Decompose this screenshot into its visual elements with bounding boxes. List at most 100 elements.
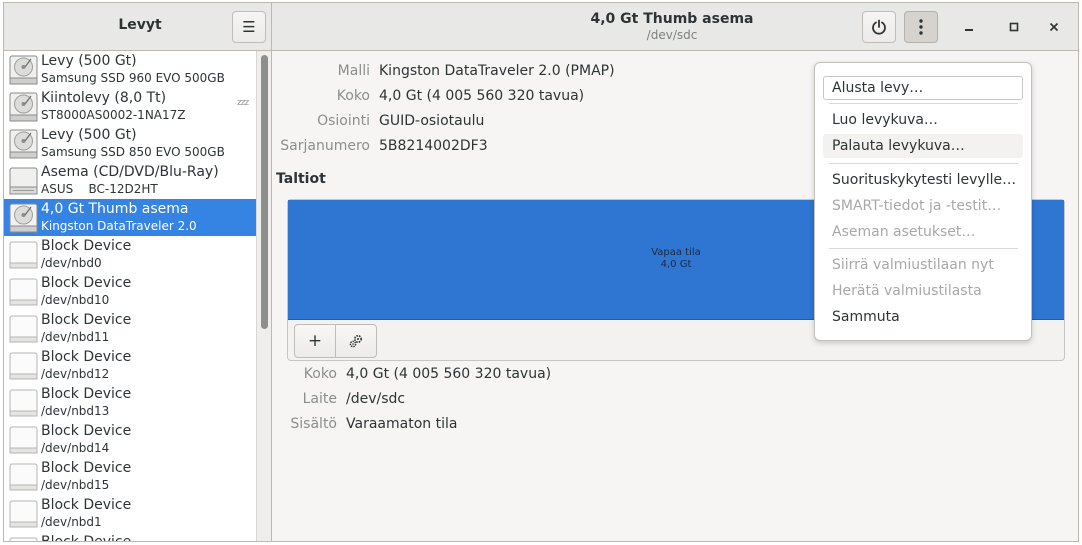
device-name: Block Device <box>41 497 132 513</box>
device-subtitle: /dev/nbd1 <box>41 515 102 529</box>
device-subtitle: ST8000AS0002-1NA17Z <box>41 108 186 122</box>
volumes-title: Taltiot <box>276 171 326 187</box>
close-icon <box>1049 22 1059 32</box>
menu-separator <box>829 248 1018 249</box>
device-name: Block Device <box>41 349 132 365</box>
disks-window: Levyt ☰ 4,0 Gt Thumb asema /dev/sdc Levy… <box>3 2 1079 542</box>
hard-disk-icon <box>9 202 38 233</box>
device-name: Block Device <box>41 386 132 402</box>
menu-item: Siirrä valmiustilaan nyt <box>832 257 994 273</box>
device-item[interactable]: Asema (CD/DVD/Blu-Ray) ASUS BC-12D2HT <box>4 162 256 199</box>
sidebar-header: Levyt ☰ <box>4 3 272 51</box>
drive-info-key: Sarjanumero <box>280 138 370 154</box>
menu-item: SMART-tiedot ja -testit… <box>832 198 1002 214</box>
device-subtitle: /dev/nbd10 <box>41 293 110 307</box>
block-device-icon <box>9 313 38 344</box>
device-item[interactable]: Block Device/dev/nbd14 <box>4 421 256 458</box>
maximize-button[interactable] <box>1002 15 1026 39</box>
device-subtitle: /dev/nbd13 <box>41 404 110 418</box>
device-subtitle: /dev/nbd15 <box>41 478 110 492</box>
volume-info-value: 4,0 Gt (4 005 560 320 tavua) <box>346 366 552 382</box>
gears-icon <box>349 334 363 348</box>
device-item[interactable]: Block Device/dev/nbd11 <box>4 310 256 347</box>
device-item[interactable]: Levy (500 Gt) Samsung SSD 850 EVO 500GB <box>4 125 256 162</box>
hard-disk-icon <box>9 91 38 122</box>
block-device-icon <box>9 461 38 492</box>
block-device-icon <box>9 276 38 307</box>
device-list: Levy (500 Gt) Samsung SSD 960 EVO 500GB Ki… <box>4 51 256 541</box>
volume-info-key: Koko <box>303 366 337 382</box>
device-item[interactable]: Block Device/dev/nbd13 <box>4 384 256 421</box>
drive-options-button[interactable] <box>904 11 938 43</box>
device-subtitle: Samsung SSD 960 EVO 500GB <box>41 71 225 85</box>
window-title: 4,0 Gt Thumb asema <box>590 11 754 27</box>
block-device-icon <box>9 387 38 418</box>
device-subtitle: /dev/nbd14 <box>41 441 110 455</box>
drive-info-key: Osiointi <box>317 113 370 129</box>
block-device-icon <box>9 424 38 455</box>
device-item[interactable]: Block Device/dev/nbd15 <box>4 458 256 495</box>
device-item[interactable]: 4,0 Gt Thumb asema Kingston DataTraveler … <box>4 199 256 236</box>
hard-disk-icon <box>9 128 38 159</box>
drive-info-value: 5B8214002DF3 <box>379 138 488 154</box>
device-item[interactable]: Block Device/dev/nbd12 <box>4 347 256 384</box>
block-device-icon <box>9 239 38 270</box>
menu-separator <box>829 103 1018 104</box>
device-item[interactable]: Block Device/dev/nbd0 <box>4 236 256 273</box>
drive-info-value: 4,0 Gt (4 005 560 320 tavua) <box>379 88 585 104</box>
menu-item[interactable]: Suorituskykytesti levylle… <box>823 168 1023 192</box>
minimize-icon <box>965 29 973 31</box>
menu-item[interactable]: Luo levykuva… <box>823 108 1023 132</box>
app-menu-button[interactable]: ☰ <box>232 11 266 43</box>
menu-item[interactable]: Sammuta <box>823 305 1023 329</box>
block-device-icon <box>9 535 38 541</box>
standby-icon: zzz <box>237 98 249 108</box>
create-partition-button[interactable]: + <box>294 324 336 358</box>
menu-item[interactable]: Palauta levykuva… <box>823 134 1023 158</box>
drive-info-value: GUID-osiotaulu <box>379 113 485 129</box>
block-device-icon <box>9 350 38 381</box>
menu-item: Aseman asetukset… <box>832 224 976 240</box>
device-name: Kiintolevy (8,0 Tt) <box>41 90 167 106</box>
device-name: Block Device <box>41 534 131 541</box>
scrollbar-thumb[interactable] <box>261 55 268 329</box>
device-item[interactable]: Block Device/dev/nbd10 <box>4 273 256 310</box>
drive-info-value: Kingston DataTraveler 2.0 (PMAP) <box>379 63 615 79</box>
volume-info-key: Sisältö <box>290 416 337 432</box>
device-name: Levy (500 Gt) <box>41 53 137 69</box>
drive-info-key: Koko <box>336 88 370 104</box>
device-item[interactable]: Levy (500 Gt) Samsung SSD 960 EVO 500GB <box>4 51 256 88</box>
device-name: Block Device <box>41 275 132 291</box>
kebab-menu-icon <box>919 19 923 35</box>
volume-info-value: Varaamaton tila <box>346 416 458 432</box>
plus-icon: + <box>307 331 323 351</box>
close-button[interactable] <box>1042 15 1066 39</box>
device-item[interactable]: Block Device/dev/nbd1 <box>4 495 256 532</box>
menu-separator <box>829 163 1018 164</box>
drive-options-menu: Alusta levy… Luo levykuva… Palauta levykuv… <box>814 62 1032 341</box>
device-item[interactable]: Block Device <box>4 532 256 541</box>
volume-info-value: /dev/sdc <box>346 391 406 407</box>
device-subtitle: ASUS BC-12D2HT <box>41 182 158 196</box>
volume-info-key: Laite <box>302 391 337 407</box>
menu-item[interactable]: Alusta levy… <box>823 76 1023 100</box>
device-subtitle: /dev/nbd0 <box>41 256 102 270</box>
partition-options-button[interactable] <box>335 324 377 358</box>
device-list-scrollbar[interactable] <box>256 51 272 541</box>
drive-info-key: Malli <box>337 63 370 79</box>
power-icon <box>872 19 886 35</box>
device-name: Block Device <box>41 312 132 328</box>
hard-disk-icon <box>9 54 38 85</box>
device-name: Block Device <box>41 238 132 254</box>
device-subtitle: Samsung SSD 850 EVO 500GB <box>41 145 225 159</box>
power-off-button[interactable] <box>862 11 896 43</box>
minimize-button[interactable] <box>957 15 981 39</box>
menu-item: Herätä valmiustilasta <box>832 283 982 299</box>
device-name: Levy (500 Gt) <box>41 127 137 143</box>
window-subtitle: /dev/sdc <box>646 28 698 42</box>
device-item[interactable]: Kiintolevy (8,0 Tt) ST8000AS0002-1NA17Z zz… <box>4 88 256 125</box>
hamburger-icon: ☰ <box>242 18 256 36</box>
device-name: 4,0 Gt Thumb asema <box>41 201 189 217</box>
device-subtitle: /dev/nbd11 <box>41 330 110 344</box>
device-subtitle: Kingston DataTraveler 2.0 <box>41 219 197 233</box>
